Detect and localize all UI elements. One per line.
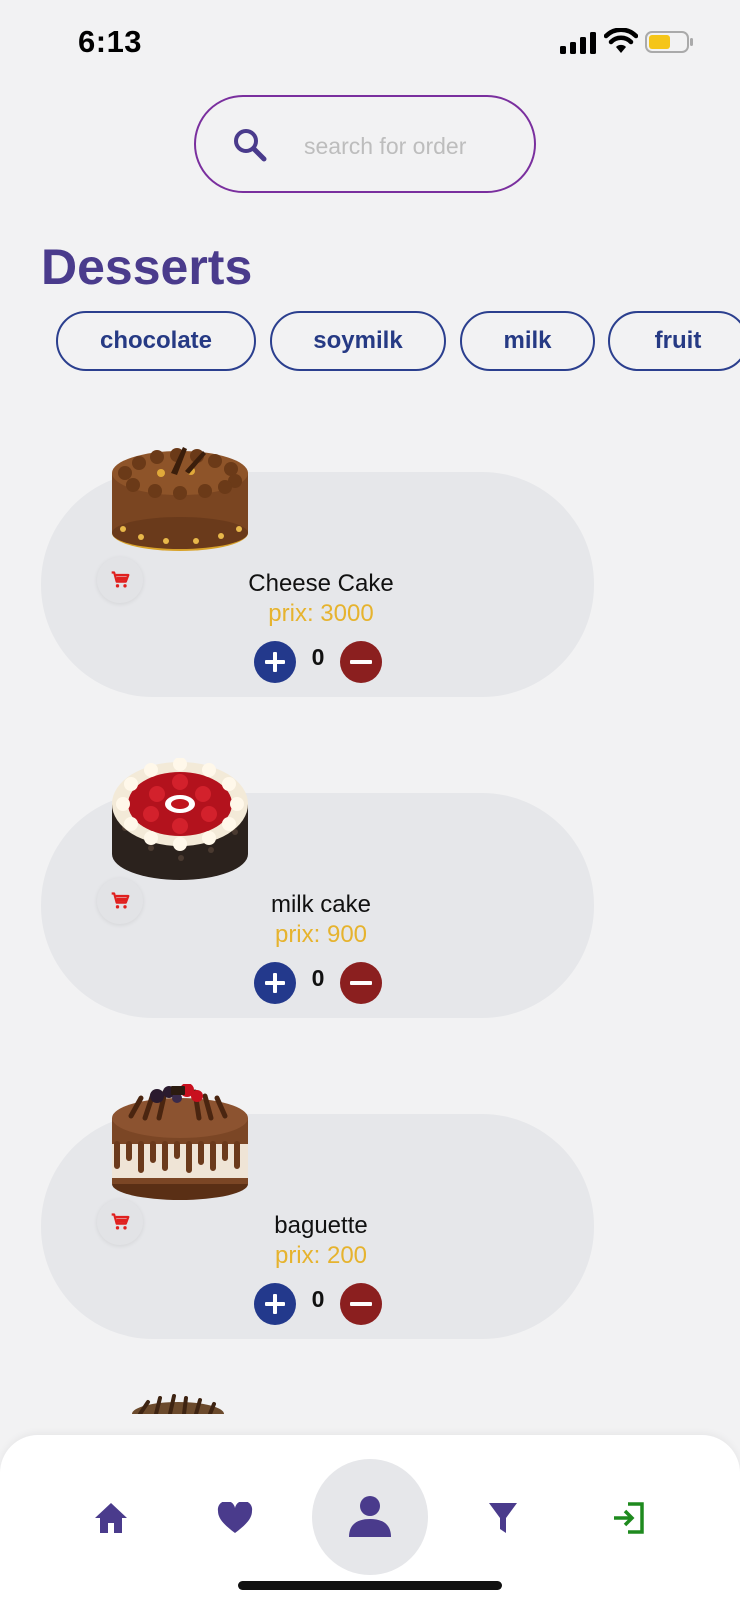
plus-icon [265, 1294, 285, 1314]
search-icon [234, 129, 267, 162]
add-to-cart-button[interactable] [97, 557, 143, 603]
product-quantity: 0 [311, 965, 325, 991]
minus-icon [350, 660, 372, 664]
cart-icon [111, 571, 130, 588]
plus-icon [265, 652, 285, 672]
product-quantity: 0 [311, 644, 325, 670]
nav-login-button[interactable] [608, 1498, 648, 1538]
bottom-navigation [0, 1435, 740, 1600]
search-bar[interactable] [194, 95, 536, 193]
product-price: prix: 900 [274, 921, 368, 948]
cart-icon [111, 892, 130, 909]
product-price: prix: 200 [274, 1242, 368, 1269]
filter-icon [489, 1503, 517, 1533]
minus-icon [350, 1302, 372, 1306]
section-title: Desserts [41, 239, 253, 295]
signal-icon [560, 32, 596, 54]
category-chip-soymilk[interactable]: soymilk [270, 311, 446, 371]
home-indicator [238, 1581, 502, 1590]
decrease-quantity-button[interactable] [340, 1283, 382, 1325]
minus-icon [350, 981, 372, 985]
category-chip-chocolate[interactable]: chocolate [56, 311, 256, 371]
home-icon [95, 1503, 127, 1533]
add-to-cart-button[interactable] [97, 1199, 143, 1245]
product-quantity: 0 [311, 1286, 325, 1312]
product-price: prix: 3000 [268, 600, 374, 627]
search-input[interactable] [302, 127, 516, 165]
heart-icon [217, 1502, 253, 1533]
product-image-cherry-cake [112, 758, 248, 880]
product-name: Cheese Cake [248, 570, 394, 597]
nav-filter-button[interactable] [483, 1498, 523, 1538]
product-image-drip-cake [112, 1084, 248, 1200]
plus-icon [265, 973, 285, 993]
wifi-icon [604, 28, 638, 53]
battery-icon [645, 31, 693, 53]
product-image-partial [132, 1394, 224, 1414]
category-chip-fruit[interactable]: fruit [608, 311, 740, 371]
status-bar: 6:13 [0, 0, 740, 84]
product-image-chocolate-cake [112, 447, 248, 551]
login-icon [614, 1502, 644, 1534]
increase-quantity-button[interactable] [254, 641, 296, 683]
add-to-cart-button[interactable] [97, 878, 143, 924]
status-time: 6:13 [78, 24, 143, 59]
decrease-quantity-button[interactable] [340, 962, 382, 1004]
increase-quantity-button[interactable] [254, 1283, 296, 1325]
nav-home-button[interactable] [91, 1498, 131, 1538]
category-chip-milk[interactable]: milk [460, 311, 595, 371]
product-name: baguette [274, 1212, 368, 1239]
product-name: milk cake [270, 891, 372, 918]
decrease-quantity-button[interactable] [340, 641, 382, 683]
nav-profile-button[interactable] [312, 1459, 428, 1575]
increase-quantity-button[interactable] [254, 962, 296, 1004]
user-icon [349, 1496, 391, 1537]
nav-favorites-button[interactable] [215, 1498, 255, 1538]
cart-icon [111, 1213, 130, 1230]
